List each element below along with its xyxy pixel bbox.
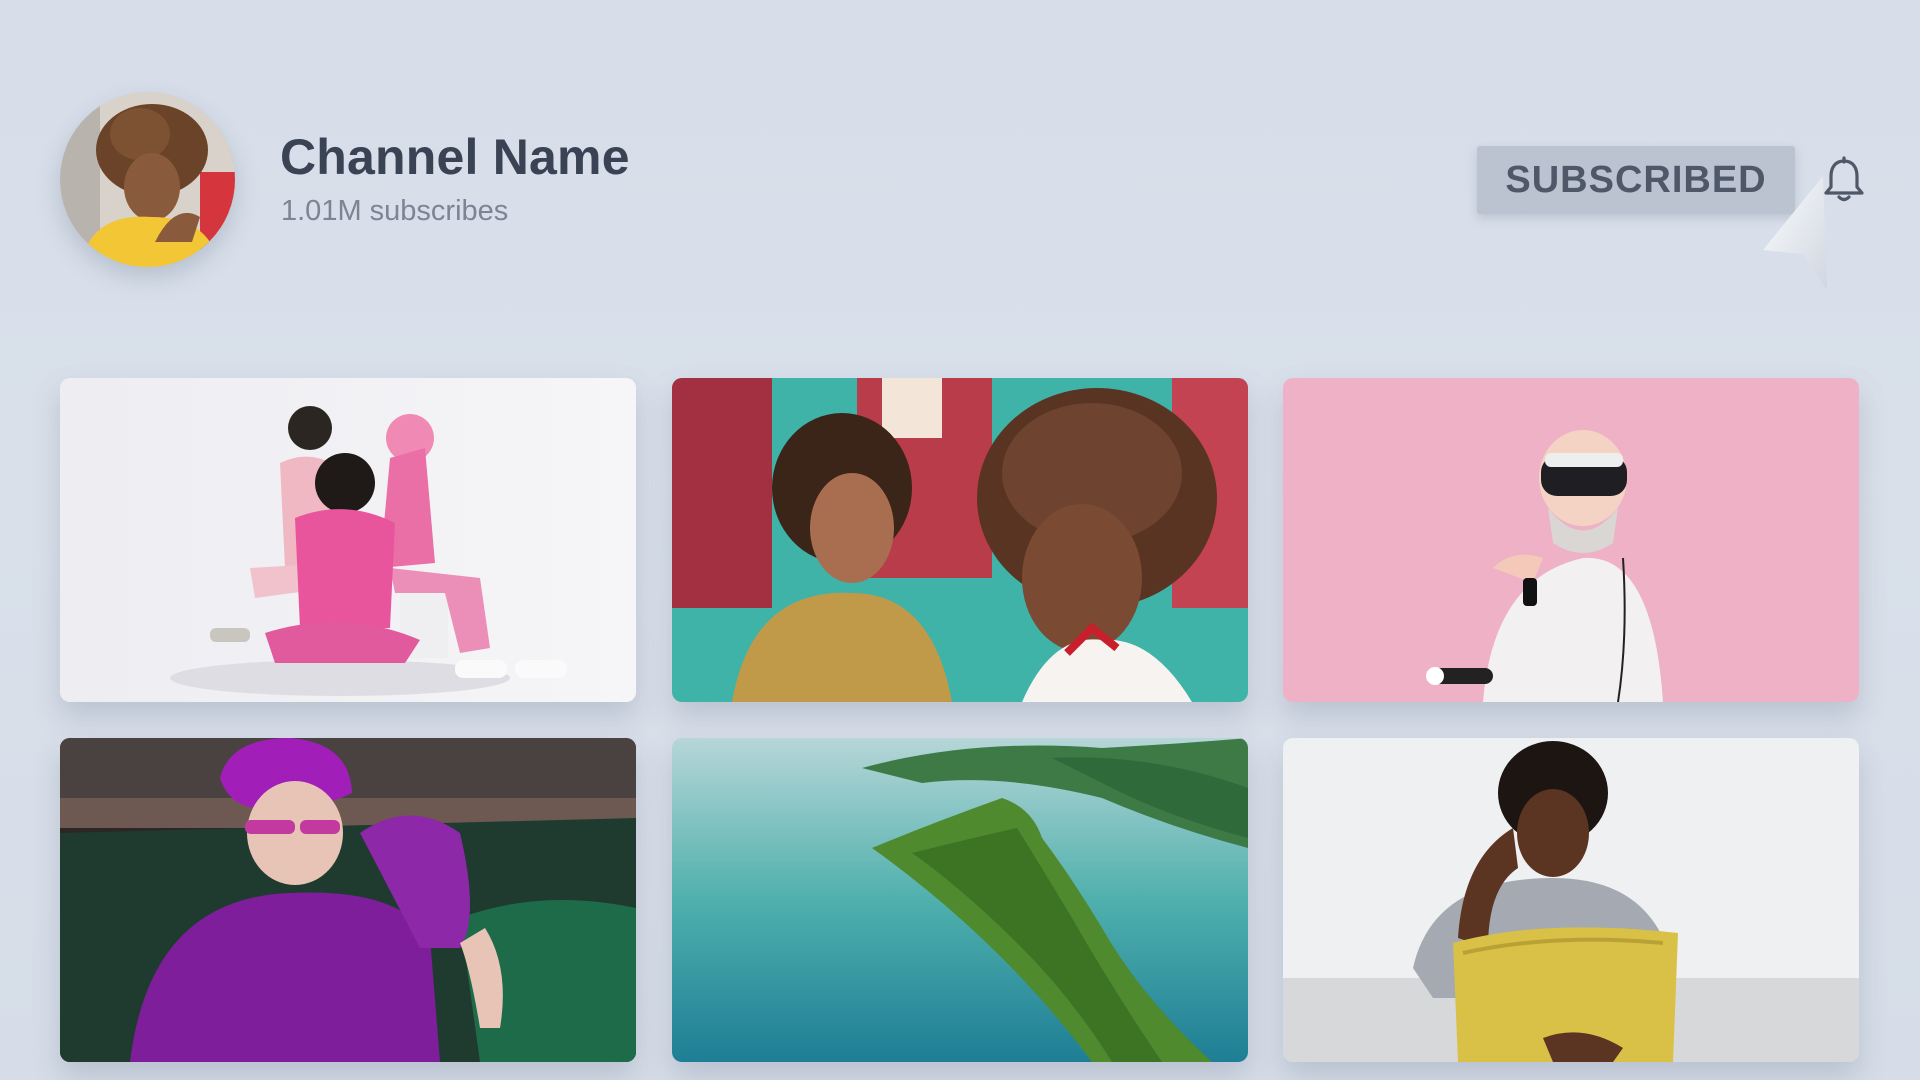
thumbnail-image (60, 738, 636, 1062)
avatar-image (60, 92, 235, 267)
thumbnail-image (1283, 738, 1859, 1062)
thumbnail-image (60, 378, 636, 702)
thumbnail-image (1283, 378, 1859, 702)
video-thumbnail[interactable] (1283, 378, 1859, 702)
thumbnail-image (672, 738, 1248, 1062)
video-thumbnail[interactable] (60, 378, 636, 702)
video-thumbnail[interactable] (60, 738, 636, 1062)
pointer-cursor-icon (1745, 172, 1835, 292)
video-thumbnail[interactable] (1283, 738, 1859, 1062)
video-thumbnail[interactable] (672, 738, 1248, 1062)
video-thumbnail[interactable] (672, 378, 1248, 702)
channel-name: Channel Name (280, 129, 630, 185)
subscriber-count: 1.01M subscribes (281, 195, 509, 227)
thumbnail-image (672, 378, 1248, 702)
channel-avatar[interactable] (60, 92, 235, 267)
